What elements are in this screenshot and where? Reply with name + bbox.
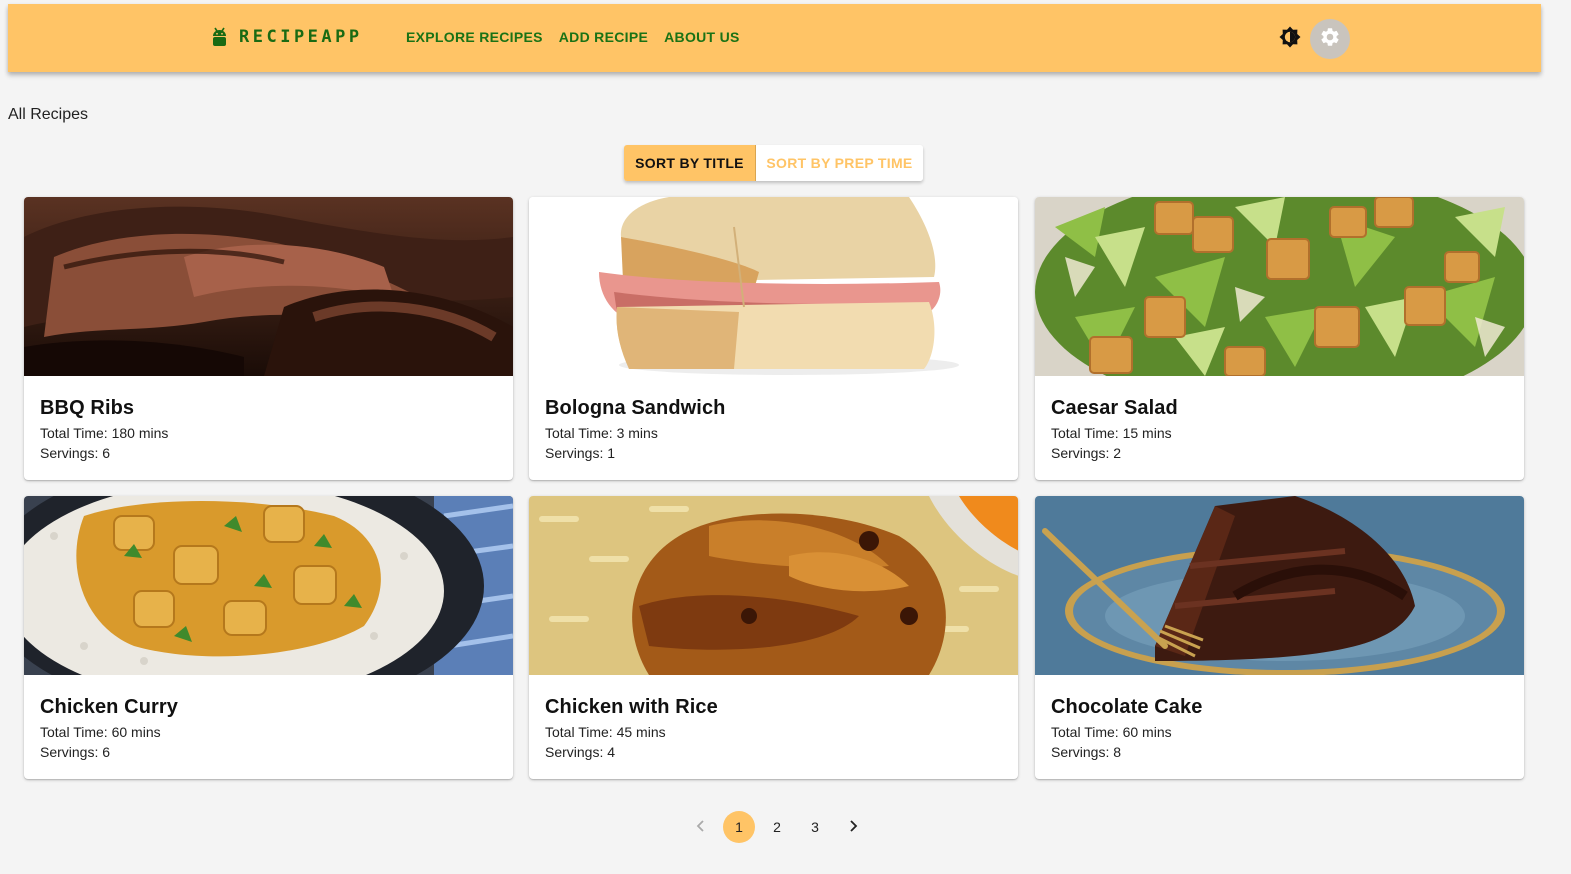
recipe-card[interactable]: Chicken Curry Total Time: 60 mins Servin… [24, 496, 513, 779]
chevron-left-icon [694, 819, 708, 836]
recipe-title: BBQ Ribs [40, 397, 135, 419]
page-button-1[interactable]: 1 [723, 811, 755, 843]
recipe-servings: Servings: 1 [545, 445, 616, 461]
android-icon [211, 26, 228, 48]
page-button-3[interactable]: 3 [799, 811, 831, 843]
recipe-card[interactable]: BBQ Ribs Total Time: 180 mins Servings: … [24, 197, 513, 480]
recipe-servings: Servings: 6 [40, 744, 111, 760]
recipe-servings: Servings: 4 [545, 744, 616, 760]
recipe-title: Bologna Sandwich [545, 397, 726, 419]
recipe-servings: Servings: 6 [40, 445, 111, 461]
page-title: All Recipes [8, 106, 89, 123]
recipe-title: Chicken with Rice [545, 696, 718, 718]
recipe-title: Caesar Salad [1051, 397, 1178, 419]
brightness-icon [1278, 25, 1302, 54]
nav-add-recipe[interactable]: ADD RECIPE [551, 29, 656, 45]
nav-about-us[interactable]: ABOUT US [656, 29, 748, 45]
logo[interactable]: RECIPEAPP [211, 26, 363, 48]
recipe-card[interactable]: Bologna Sandwich Total Time: 3 mins Serv… [529, 197, 1018, 480]
recipe-total-time: Total Time: 15 mins [1051, 425, 1172, 441]
recipe-image [529, 197, 1018, 376]
recipe-servings: Servings: 2 [1051, 445, 1122, 461]
recipe-title: Chicken Curry [40, 696, 179, 718]
settings-button[interactable] [1310, 19, 1350, 59]
nav-explore-recipes[interactable]: EXPLORE RECIPES [398, 29, 551, 45]
recipe-total-time: Total Time: 60 mins [1051, 724, 1172, 740]
page-button-2[interactable]: 2 [761, 811, 793, 843]
sort-toggle-group: SORT BY TITLE SORT BY PREP TIME [624, 145, 923, 181]
recipe-total-time: Total Time: 45 mins [545, 724, 666, 740]
recipe-card[interactable]: Chicken with Rice Total Time: 45 mins Se… [529, 496, 1018, 779]
recipe-total-time: Total Time: 3 mins [545, 425, 658, 441]
recipe-image [24, 496, 513, 675]
theme-toggle-button[interactable] [1276, 25, 1304, 53]
recipe-total-time: Total Time: 180 mins [40, 425, 169, 441]
recipe-card[interactable]: Chocolate Cake Total Time: 60 mins Servi… [1035, 496, 1524, 779]
recipe-total-time: Total Time: 60 mins [40, 724, 161, 740]
recipe-image [529, 496, 1018, 675]
recipe-image [24, 197, 513, 376]
recipe-card[interactable]: Caesar Salad Total Time: 15 mins Serving… [1035, 197, 1524, 480]
logo-text: RECIPEAPP [239, 27, 363, 47]
next-page-button[interactable] [837, 811, 869, 843]
recipe-image [1035, 496, 1524, 675]
app-bar: RECIPEAPP EXPLORE RECIPES ADD RECIPE ABO… [8, 4, 1541, 72]
recipe-title: Chocolate Cake [1051, 696, 1203, 718]
pagination: 1 2 3 [682, 810, 872, 844]
previous-page-button[interactable] [685, 811, 717, 843]
sort-by-prep-time-button[interactable]: SORT BY PREP TIME [756, 145, 923, 181]
recipe-image [1035, 197, 1524, 376]
sort-by-title-button[interactable]: SORT BY TITLE [624, 145, 756, 181]
chevron-right-icon [846, 819, 860, 836]
gear-icon [1319, 26, 1341, 53]
main-nav: EXPLORE RECIPES ADD RECIPE ABOUT US [398, 29, 748, 45]
recipe-servings: Servings: 8 [1051, 744, 1122, 760]
